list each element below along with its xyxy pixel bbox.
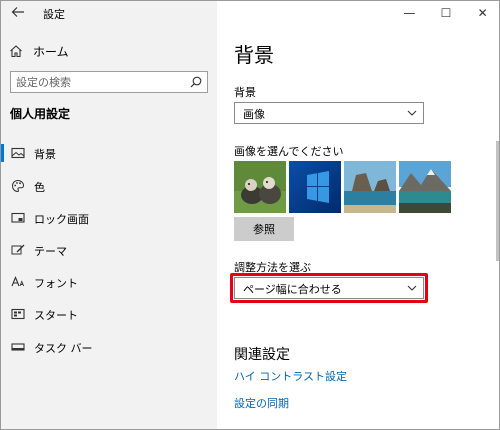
search-input[interactable] xyxy=(16,74,186,90)
section-title: 個人用設定 xyxy=(10,107,71,121)
scrollbar[interactable] xyxy=(496,141,499,261)
sidebar-item-background[interactable]: 背景 xyxy=(1,138,217,168)
search-box[interactable] xyxy=(10,71,208,93)
maximize-button[interactable]: ☐ xyxy=(438,5,454,21)
sidebar-item-label: 色 xyxy=(34,181,45,194)
home-icon xyxy=(10,45,22,58)
background-label: 背景 xyxy=(234,86,256,99)
theme-brush-icon xyxy=(11,244,25,255)
sync-settings-link[interactable]: 設定の同期 xyxy=(234,395,289,411)
thumbnail-mountain-lake[interactable] xyxy=(399,161,451,213)
minimize-button[interactable]: — xyxy=(401,5,417,21)
sidebar-item-label: ロック画面 xyxy=(34,213,89,226)
picture-icon xyxy=(11,147,25,159)
sidebar-item-lock-screen[interactable]: ロック画面 xyxy=(1,203,217,233)
main-content: — ☐ ✕ 背景 背景 画像 画像を選んでください 参照 調整方法を選ぶ ページ… xyxy=(217,1,499,429)
lock-screen-icon xyxy=(11,212,25,223)
background-dropdown[interactable]: 画像 xyxy=(234,102,424,124)
search-icon[interactable] xyxy=(190,76,202,88)
settings-window: 設定 ホーム 個人用設定 背景 xyxy=(0,0,500,430)
taskbar-icon xyxy=(11,343,25,351)
sidebar-item-start[interactable]: スタート xyxy=(1,299,217,329)
sidebar-item-label: タスク バー xyxy=(34,342,93,355)
thumbnail-beach[interactable] xyxy=(344,161,396,213)
chevron-down-icon xyxy=(407,110,417,116)
picture-thumbnails xyxy=(234,161,451,213)
related-settings-title: 関連設定 xyxy=(234,347,290,363)
sidebar-item-label: テーマ xyxy=(34,245,67,258)
font-icon xyxy=(11,276,25,287)
start-icon xyxy=(11,308,25,320)
sidebar-item-label: スタート xyxy=(34,309,78,322)
app-title: 設定 xyxy=(43,8,65,21)
choose-picture-label: 画像を選んでください xyxy=(234,145,344,158)
close-button[interactable]: ✕ xyxy=(475,5,491,21)
sidebar-item-taskbar[interactable]: タスク バー xyxy=(1,332,217,362)
highlight-annotation xyxy=(230,273,428,303)
browse-button[interactable]: 参照 xyxy=(234,217,294,241)
page-title: 背景 xyxy=(234,43,274,67)
sidebar-item-label: フォント xyxy=(34,277,78,290)
sidebar: 設定 ホーム 個人用設定 背景 xyxy=(1,1,217,429)
palette-icon xyxy=(11,179,25,193)
high-contrast-link[interactable]: ハイ コントラスト設定 xyxy=(234,368,347,384)
home-label: ホーム xyxy=(33,44,69,59)
titlebar-left: 設定 xyxy=(1,1,217,25)
sidebar-item-color[interactable]: 色 xyxy=(1,171,217,201)
background-dropdown-value: 画像 xyxy=(243,108,265,121)
back-arrow-icon[interactable] xyxy=(11,5,25,19)
sidebar-item-font[interactable]: フォント xyxy=(1,267,217,297)
sidebar-item-label: 背景 xyxy=(34,148,56,161)
window-controls: — ☐ ✕ xyxy=(391,1,499,25)
thumbnail-ducklings[interactable] xyxy=(234,161,286,213)
thumbnail-windows-blue[interactable] xyxy=(289,161,341,213)
sidebar-item-theme[interactable]: テーマ xyxy=(1,235,217,265)
home-nav-item[interactable]: ホーム xyxy=(9,41,209,61)
